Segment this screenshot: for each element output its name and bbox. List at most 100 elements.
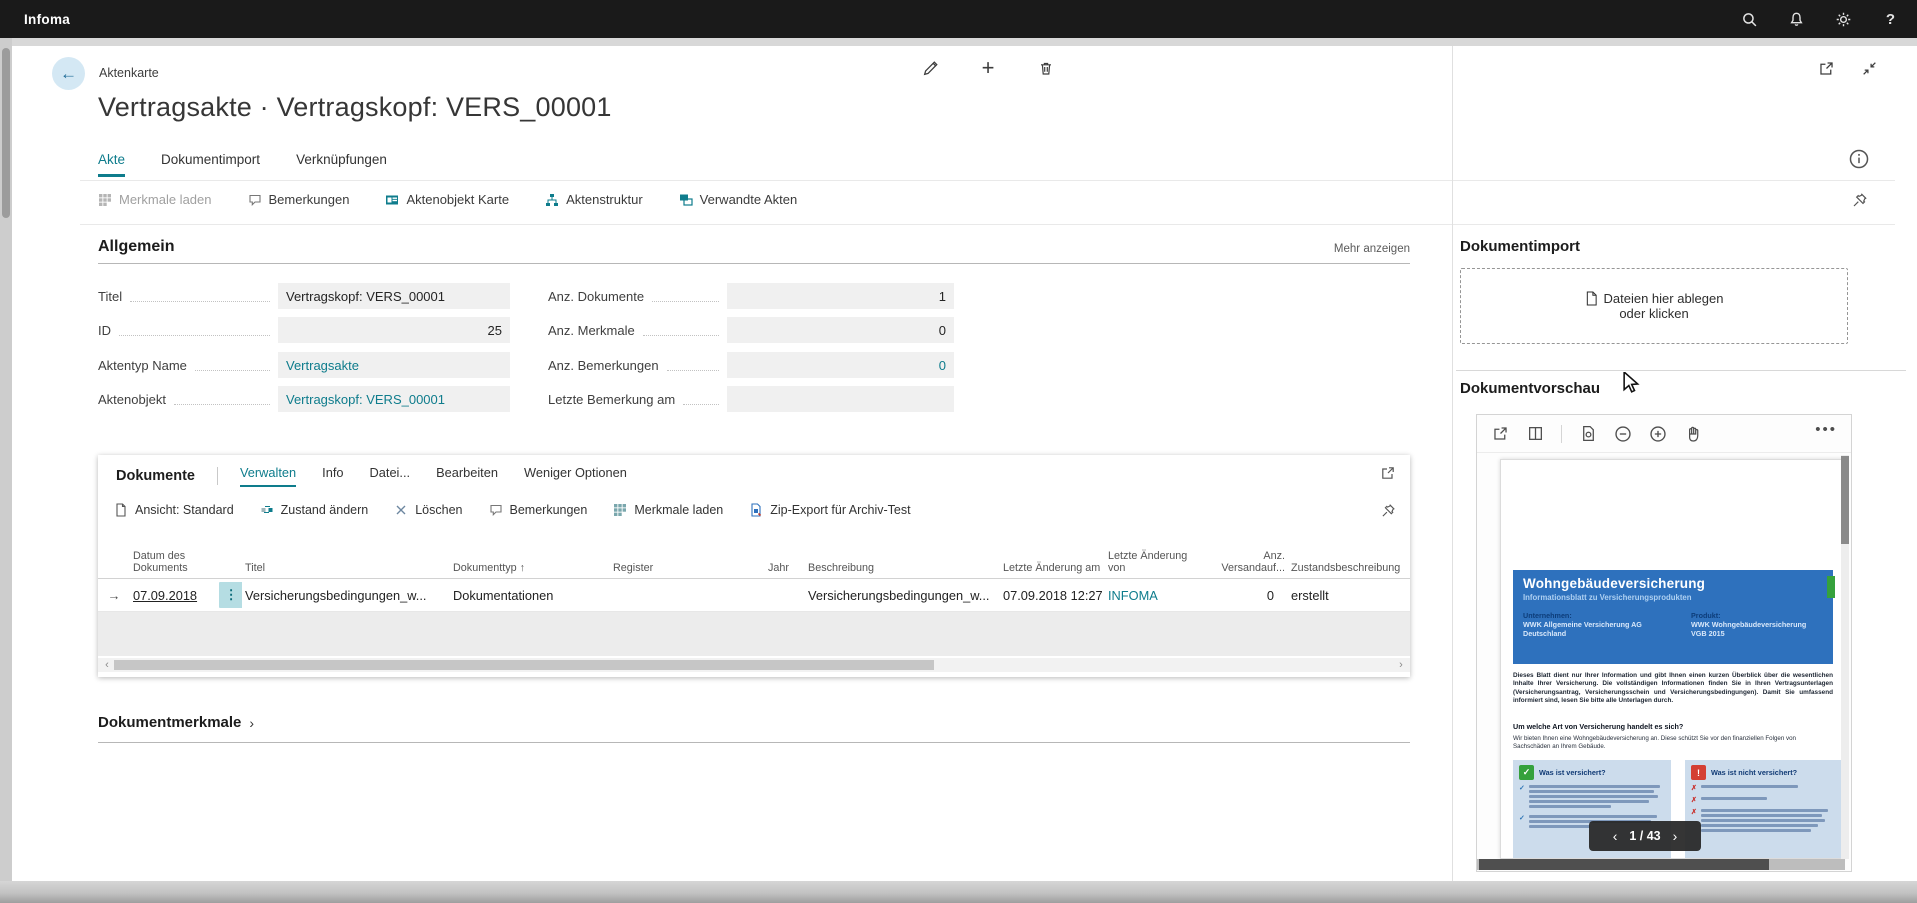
pdf-company-line2: Deutschland	[1523, 629, 1691, 638]
action-merkmale-laden[interactable]: Merkmale laden	[98, 192, 212, 207]
action-aktenstruktur[interactable]: Aktenstruktur	[545, 192, 643, 207]
action-verwandte-akten[interactable]: Verwandte Akten	[679, 192, 798, 207]
preview-horizontal-thumb[interactable]	[1479, 859, 1769, 870]
action-loeschen[interactable]: Löschen	[394, 503, 462, 517]
action-merkmale-laden-liste[interactable]: Merkmale laden	[613, 503, 723, 517]
breadcrumb[interactable]: Aktenkarte	[99, 66, 159, 80]
col-register[interactable]: Register	[610, 562, 765, 578]
menu-datei[interactable]: Datei...	[370, 465, 411, 487]
cell-letzte-aenderung-am[interactable]: 07.09.2018 12:27	[1000, 588, 1105, 603]
menu-bearbeiten[interactable]: Bearbeiten	[436, 465, 498, 487]
col-dokumenttyp[interactable]: Dokumenttyp ↑	[450, 562, 610, 578]
preview-vertical-thumb[interactable]	[1841, 456, 1849, 544]
field-label: Titel	[98, 289, 122, 304]
col-beschreibung[interactable]: Beschreibung	[805, 562, 1000, 578]
open-external-icon[interactable]	[1491, 425, 1509, 443]
field-value-titel[interactable]: Vertragskopf: VERS_00001	[278, 283, 510, 309]
search-icon[interactable]	[1741, 11, 1758, 28]
pan-hand-icon[interactable]	[1684, 425, 1702, 443]
field-value-anz-dokumente[interactable]: 1	[727, 283, 954, 309]
cross-icon: ✗	[1691, 785, 1697, 792]
pin-icon[interactable]	[1381, 503, 1396, 518]
field-value-anz-bemerkungen[interactable]: 0	[727, 352, 954, 378]
col-anz-versandauf[interactable]: Anz. Versandauf...	[1208, 550, 1288, 578]
cell-letzte-aenderung-von[interactable]: INFOMA	[1105, 588, 1208, 603]
scroll-left-icon[interactable]: ‹	[100, 658, 114, 672]
scrollbar-thumb[interactable]	[114, 660, 934, 670]
pdf-intro-text: Dieses Blatt dient nur Ihrer Information…	[1513, 672, 1833, 706]
help-icon[interactable]: ?	[1882, 11, 1899, 28]
field-aktenobjekt: Aktenobjekt Vertragskopf: VERS_00001	[98, 386, 510, 412]
field-value-letzte-bemerkung[interactable]	[727, 386, 954, 412]
action-bemerkungen-liste[interactable]: Bemerkungen	[489, 503, 588, 517]
settings-gear-icon[interactable]	[1835, 11, 1852, 28]
edit-pencil-icon[interactable]	[920, 58, 940, 78]
cell-titel[interactable]: Versicherungsbedingungen_w...	[242, 588, 450, 603]
file-dropzone[interactable]: Dateien hier ablegen oder klicken	[1460, 268, 1848, 344]
field-value-aktentyp[interactable]: Vertragsakte	[278, 352, 510, 378]
back-button[interactable]: ←	[52, 57, 85, 90]
side-by-side-icon[interactable]	[1526, 425, 1544, 443]
tab-akte[interactable]: Akte	[98, 152, 125, 177]
col-zustandsbeschreibung[interactable]: Zustandsbeschreibung	[1288, 562, 1410, 578]
next-page-icon[interactable]: ›	[1673, 829, 1678, 843]
cell-datum[interactable]: 07.09.2018	[130, 588, 216, 603]
info-circle-icon[interactable]	[1848, 148, 1870, 170]
cell-anz-versandauf[interactable]: 0	[1208, 588, 1288, 603]
document-preview-panel: ••• Wohngebäudeversicherung Informations…	[1476, 414, 1852, 872]
field-value-aktenobjekt[interactable]: Vertragskopf: VERS_00001	[278, 386, 510, 412]
divider	[80, 180, 1895, 181]
open-in-new-window-icon[interactable]	[1818, 60, 1835, 77]
field-label: Aktentyp Name	[98, 358, 187, 373]
action-ansicht-standard[interactable]: Ansicht: Standard	[114, 503, 234, 517]
cell-dokumenttyp[interactable]: Dokumentationen	[450, 588, 610, 603]
field-value-anz-merkmale[interactable]: 0	[727, 317, 954, 343]
tab-dokumentimport[interactable]: Dokumentimport	[161, 152, 260, 177]
open-list-in-window-icon[interactable]	[1380, 465, 1396, 481]
pin-icon[interactable]	[1852, 192, 1868, 208]
more-options-icon[interactable]: •••	[1815, 421, 1837, 438]
menu-info[interactable]: Info	[322, 465, 343, 487]
col-titel[interactable]: Titel	[242, 562, 450, 578]
notifications-bell-icon[interactable]	[1788, 11, 1805, 28]
pdf-company-label: Unternehmen:	[1523, 611, 1691, 620]
field-letzte-bemerkung-am: Letzte Bemerkung am	[548, 386, 954, 412]
row-options-dots-icon[interactable]: ⋮	[219, 582, 242, 608]
scroll-right-icon[interactable]: ›	[1394, 658, 1408, 672]
previous-page-icon[interactable]: ‹	[1613, 829, 1618, 843]
pdf-product-label: Produkt:	[1691, 611, 1823, 620]
page-navigation: ‹ 1 / 43 ›	[1589, 821, 1701, 851]
field-anz-merkmale: Anz. Merkmale 0	[548, 317, 954, 343]
col-jahr[interactable]: Jahr	[765, 562, 805, 578]
col-datum[interactable]: Datum des Dokuments	[130, 550, 216, 578]
zoom-in-icon[interactable]	[1649, 425, 1667, 443]
cell-beschreibung[interactable]: Versicherungsbedingungen_w...	[805, 588, 1000, 603]
action-zustand-aendern[interactable]: Zustand ändern	[260, 503, 369, 517]
dokumente-menu: Verwalten Info Datei... Bearbeiten Wenig…	[240, 465, 627, 487]
mehr-anzeigen-link[interactable]: Mehr anzeigen	[1318, 243, 1410, 255]
tab-verknuepfungen[interactable]: Verknüpfungen	[296, 152, 387, 177]
page-view-icon[interactable]	[1579, 425, 1597, 443]
col-letzte-aenderung-am[interactable]: Letzte Änderung am	[1000, 562, 1105, 578]
action-aktenobjekt-karte[interactable]: Aktenobjekt Karte	[385, 192, 509, 207]
delete-trash-icon[interactable]	[1036, 58, 1056, 78]
pdf-header-block: Wohngebäudeversicherung Informationsblat…	[1513, 570, 1833, 664]
field-value-id[interactable]: 25	[278, 317, 510, 343]
action-bemerkungen[interactable]: Bemerkungen	[248, 192, 350, 207]
section-dokumentmerkmale[interactable]: Dokumentmerkmale ›	[98, 714, 254, 731]
pdf-box-right-title: Was ist nicht versichert?	[1711, 768, 1797, 777]
page-vertical-scrollbar[interactable]	[0, 38, 12, 903]
fit-to-screen-icon[interactable]	[1861, 60, 1878, 77]
menu-verwalten[interactable]: Verwalten	[240, 465, 296, 487]
zoom-out-icon[interactable]	[1614, 425, 1632, 443]
col-letzte-aenderung-von[interactable]: Letzte Änderung von	[1105, 550, 1208, 578]
add-icon[interactable]: +	[978, 58, 998, 78]
menu-weniger-optionen[interactable]: Weniger Optionen	[524, 465, 627, 487]
action-zip-export[interactable]: Zip-Export für Archiv-Test	[749, 503, 910, 517]
table-horizontal-scrollbar[interactable]: ‹ ›	[98, 658, 1410, 672]
field-anz-dokumente: Anz. Dokumente 1	[548, 283, 954, 309]
cell-zustandsbeschreibung[interactable]: erstellt	[1288, 588, 1410, 603]
row-pointer-icon: →	[98, 588, 130, 603]
table-row[interactable]: → 07.09.2018 ⋮ Versicherungsbedingungen_…	[98, 579, 1410, 612]
empty-rows-area	[98, 612, 1410, 656]
